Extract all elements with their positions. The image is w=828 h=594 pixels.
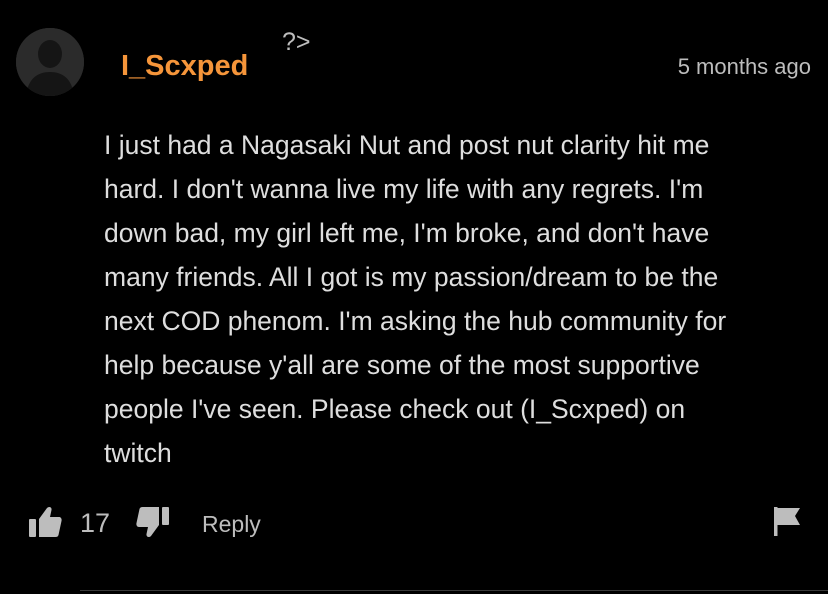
- default-user-avatar-icon: [16, 28, 84, 96]
- comment-text: I just had a Nagasaki Nut and post nut c…: [104, 130, 727, 468]
- avatar[interactable]: [16, 28, 84, 96]
- like-button[interactable]: [28, 506, 62, 538]
- user-badge: ?>: [282, 28, 311, 56]
- dislike-button[interactable]: [136, 506, 170, 538]
- flag-button[interactable]: [772, 505, 802, 537]
- comment-actions: 17 Reply: [0, 500, 828, 550]
- comment-divider: [80, 590, 828, 591]
- like-count: 17: [80, 508, 111, 538]
- flag-icon: [774, 507, 800, 536]
- comment-username[interactable]: I_Scxped: [121, 52, 248, 81]
- thumbs-up-icon: [29, 506, 62, 537]
- thumbs-down-icon: [136, 507, 169, 538]
- reply-button[interactable]: Reply: [202, 513, 261, 536]
- comment-timestamp: 5 months ago: [677, 54, 811, 79]
